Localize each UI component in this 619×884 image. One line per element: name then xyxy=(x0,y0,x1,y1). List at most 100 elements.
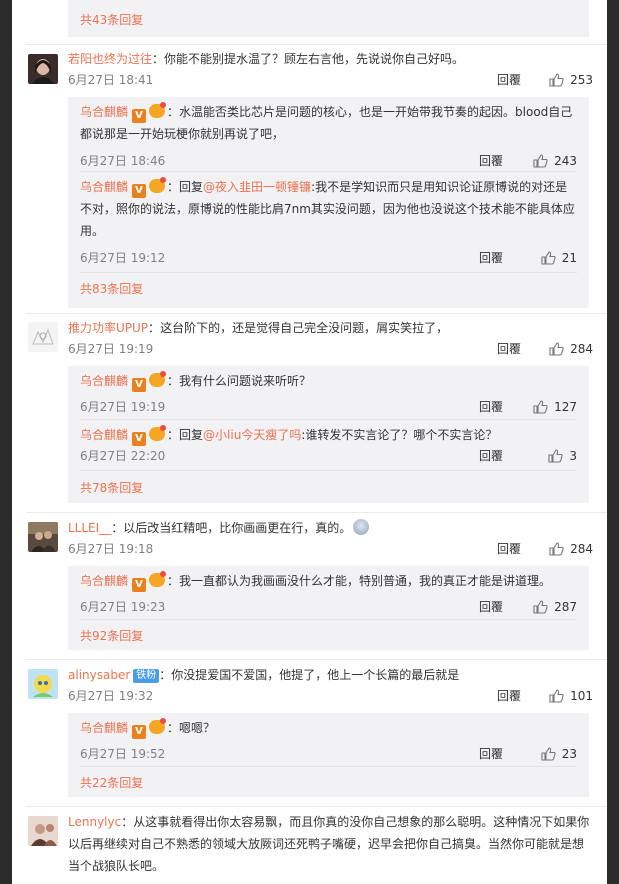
reply-meta: 6月27日 19:19 回覆 127 xyxy=(80,397,577,417)
username-link[interactable]: 乌合麒麟 xyxy=(80,721,128,735)
username-link[interactable]: 乌合麒麟 xyxy=(80,374,128,388)
reply-text: 乌合麒麟 V ：回复@夜入韭田一顿锤镰:我不是学知识而只是用知识论证原博说的对还是不… xyxy=(80,176,577,242)
avatar[interactable] xyxy=(28,522,58,552)
username-link[interactable]: alinysaber xyxy=(68,668,130,682)
like-button[interactable]: 101 xyxy=(549,686,593,706)
verified-badge-icon: V xyxy=(132,578,147,592)
comment-body: 以后改当红精吧，比你画画更在行，真的。 xyxy=(123,521,352,535)
reply-button[interactable]: 回覆 xyxy=(497,686,521,706)
thumbs-up-icon xyxy=(541,747,556,761)
comment-text: Lennylyc：从这事就看得出你太容易飘，而且你真的没你自己想象的那么聪明。这… xyxy=(68,811,593,877)
reply-button[interactable]: 回覆 xyxy=(497,539,521,559)
reply-button[interactable]: 回覆 xyxy=(497,70,521,90)
reply-prefix: 回复 xyxy=(179,180,204,194)
reply-button[interactable]: 回覆 xyxy=(479,744,503,764)
like-button[interactable]: 21 xyxy=(541,248,577,268)
reply-meta: 6月27日 22:20 回覆 3 xyxy=(80,446,577,466)
timestamp: 6月27日 22:20 xyxy=(80,449,166,463)
divider xyxy=(26,512,607,513)
reply-button[interactable]: 回覆 xyxy=(479,597,503,617)
divider xyxy=(80,766,577,767)
divider xyxy=(26,44,607,45)
thumbs-up-icon xyxy=(533,154,548,168)
like-count: 23 xyxy=(561,747,577,761)
more-replies-link[interactable]: 共83条回复 xyxy=(80,279,143,299)
like-button[interactable]: 284 xyxy=(549,339,593,359)
reply-button[interactable]: 回覆 xyxy=(479,151,503,171)
like-count: 127 xyxy=(554,400,577,414)
separator: ： xyxy=(159,668,172,682)
avatar[interactable] xyxy=(28,322,58,352)
like-button[interactable]: 23 xyxy=(541,744,577,764)
thumbs-up-icon xyxy=(549,689,564,703)
more-replies-link[interactable]: 共22条回复 xyxy=(80,773,143,793)
avatar[interactable] xyxy=(28,816,58,846)
separator: ： xyxy=(167,374,180,388)
timestamp: 6月27日 19:19 xyxy=(80,400,166,414)
timestamp: 6月27日 19:12 xyxy=(80,251,166,265)
separator: ： xyxy=(111,521,124,535)
username-link[interactable]: 乌合麒麟 xyxy=(80,574,128,588)
timestamp: 6月27日 19:23 xyxy=(80,600,166,614)
username-link[interactable]: 若阳也终为过往 xyxy=(68,52,152,66)
vip-badge-icon xyxy=(149,571,167,587)
like-button[interactable]: 253 xyxy=(549,70,593,90)
vip-badge-icon xyxy=(149,177,167,193)
divider xyxy=(80,272,577,273)
comment-meta: 6月27日 19:18 回覆 284 xyxy=(68,539,593,559)
mention-link[interactable]: @小liu今天瘦了吗 xyxy=(203,428,301,442)
thumbs-up-icon xyxy=(533,400,548,414)
like-button[interactable]: 3 xyxy=(548,446,577,466)
comment-text: 推力功率UPUP：这台阶下的，还是觉得自己完全没问题，屑实笑拉了， xyxy=(68,317,593,339)
fan-badge: 铁粉 xyxy=(133,669,160,683)
reply-button[interactable]: 回覆 xyxy=(479,397,503,417)
separator: ： xyxy=(167,574,180,588)
username-link[interactable]: 乌合麒麟 xyxy=(80,428,128,442)
comment-meta: 6月27日 19:32 回覆 101 xyxy=(68,686,593,706)
verified-badge-icon: V xyxy=(132,432,147,446)
reply-button[interactable]: 回覆 xyxy=(497,339,521,359)
reply-text: 乌合麒麟 V ：我有什么问题说来听听？ xyxy=(80,370,577,392)
more-replies-link[interactable]: 共78条回复 xyxy=(80,478,143,498)
avatar[interactable] xyxy=(28,54,58,84)
emoji-icon xyxy=(353,519,370,535)
username-link[interactable]: 乌合麒麟 xyxy=(80,180,128,194)
like-count: 284 xyxy=(570,542,593,556)
vip-badge-icon xyxy=(149,718,167,734)
reply-button[interactable]: 回覆 xyxy=(479,248,503,268)
username-link[interactable]: 乌合麒麟 xyxy=(80,105,128,119)
like-button[interactable]: 287 xyxy=(533,597,577,617)
thumbs-up-icon xyxy=(541,251,556,265)
avatar[interactable] xyxy=(28,669,58,699)
reply-box: 乌合麒麟 V ：水温能否类比芯片是问题的核心，也是一开始带我节奏的起因。blood自… xyxy=(68,97,589,308)
thumbs-up-icon xyxy=(533,600,548,614)
divider xyxy=(80,470,577,471)
reply-button[interactable]: 回覆 xyxy=(479,446,503,466)
like-count: 101 xyxy=(570,689,593,703)
username-link[interactable]: LLLEI__ xyxy=(68,521,111,535)
timestamp: 6月27日 19:18 xyxy=(68,542,154,556)
comment-text: LLLEI__：以后改当红精吧，比你画画更在行，真的。 xyxy=(68,517,593,539)
timestamp: 6月27日 18:46 xyxy=(80,154,166,168)
divider xyxy=(26,659,607,660)
mention-link[interactable]: @夜入韭田一顿锤镰 xyxy=(203,180,311,194)
separator: ： xyxy=(152,52,165,66)
like-button[interactable]: 284 xyxy=(549,539,593,559)
comment-body: 这台阶下的，还是觉得自己完全没问题，屑实笑拉了， xyxy=(160,321,449,335)
divider xyxy=(26,313,607,314)
like-button[interactable]: 243 xyxy=(533,151,577,171)
more-replies-link[interactable]: 共43条回复 xyxy=(80,10,143,30)
comment-text: 若阳也终为过往：你能不能别提水温了？顾左右言他，先说说你自己好吗。 xyxy=(68,48,593,70)
comment-meta: 6月27日 18:41 回覆 253 xyxy=(68,70,593,90)
more-replies-link[interactable]: 共92条回复 xyxy=(80,626,143,646)
username-link[interactable]: 推力功率UPUP xyxy=(68,321,148,335)
comment-text: alinysaber 铁粉 ：你没提爱国不爱国，他提了，他上一个长篇的最后就是 xyxy=(68,664,593,686)
like-button[interactable]: 127 xyxy=(533,397,577,417)
reply-box: 乌合麒麟 V ：我有什么问题说来听听？ 6月27日 19:19 回覆 127 乌合麒… xyxy=(68,366,589,503)
comment-meta: 6月27日 19:19 回覆 284 xyxy=(68,339,593,359)
separator: ： xyxy=(167,180,180,194)
reply-body: 我一直都认为我画画没什么才能，特别普通，我的真正才能是讲道理。 xyxy=(179,574,552,588)
vip-badge-icon xyxy=(149,102,167,118)
username-link[interactable]: Lennylyc xyxy=(68,815,121,829)
like-count: 284 xyxy=(570,342,593,356)
